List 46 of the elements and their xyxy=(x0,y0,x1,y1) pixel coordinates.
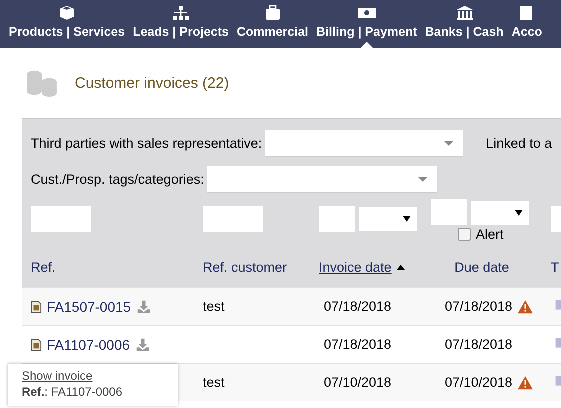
checkbox-label: Alert xyxy=(476,227,504,242)
page-title: Customer invoices (22) xyxy=(75,74,230,92)
menu-tab[interactable]: Banks | Cash xyxy=(421,0,508,48)
column-header[interactable]: Ref. xyxy=(31,260,56,274)
table-cell: 07/18/2018 xyxy=(445,299,513,314)
input-field[interactable] xyxy=(431,199,467,225)
invoice-ref-link[interactable]: FA1107-0006 xyxy=(47,336,130,352)
sitemap-icon xyxy=(171,5,192,21)
sort-ascending-icon xyxy=(396,264,405,270)
checkbox[interactable] xyxy=(458,228,471,241)
menu-tab[interactable]: Billing | Payment xyxy=(312,0,422,48)
menu-tab[interactable]: Leads | Projects xyxy=(129,0,233,48)
tooltip-text: Ref.: FA1107-0006 xyxy=(22,385,124,399)
column-header[interactable]: Due date xyxy=(454,260,510,274)
table-cell: test xyxy=(203,375,225,390)
filter-label: Linked to a xyxy=(486,136,552,150)
column-header[interactable]: Invoice date xyxy=(319,260,392,274)
invoice-document-icon xyxy=(31,300,42,314)
invoice-document-icon xyxy=(31,338,42,352)
table-cell: 07/10/2018 xyxy=(324,375,392,390)
download-icon[interactable] xyxy=(136,338,150,352)
banknote-icon xyxy=(356,5,377,21)
column-header[interactable]: T xyxy=(551,260,560,274)
bank-icon xyxy=(454,5,475,21)
download-icon[interactable] xyxy=(137,300,152,314)
menu-tab[interactable]: Commercial xyxy=(232,0,313,48)
filter-label: Cust./Prosp. tags/categories: xyxy=(31,172,204,186)
input-field[interactable] xyxy=(31,206,91,232)
select-field[interactable] xyxy=(359,207,417,231)
column-header[interactable]: Ref. customer xyxy=(203,260,288,274)
menu-tab[interactable]: Acco xyxy=(508,0,546,48)
select-field[interactable] xyxy=(471,201,529,225)
input-field[interactable] xyxy=(203,206,263,232)
invoice-ref-link[interactable]: FA1507-0015 xyxy=(47,298,132,314)
table-cell: 07/18/2018 xyxy=(445,337,513,352)
table-cell: 07/10/2018 xyxy=(445,375,513,390)
table-cell: 07/18/2018 xyxy=(324,337,392,352)
select-field[interactable] xyxy=(265,130,464,156)
show-invoice-link[interactable]: Show invoice xyxy=(22,369,93,383)
table-cell: 07/18/2018 xyxy=(324,299,392,314)
input-field[interactable] xyxy=(319,206,355,232)
table-cell: test xyxy=(203,299,225,314)
coins-icon xyxy=(25,69,59,97)
select-field[interactable] xyxy=(207,166,438,192)
menu-tab[interactable]: Products | Services xyxy=(5,0,130,48)
filter-label: Third parties with sales representative: xyxy=(31,136,262,150)
